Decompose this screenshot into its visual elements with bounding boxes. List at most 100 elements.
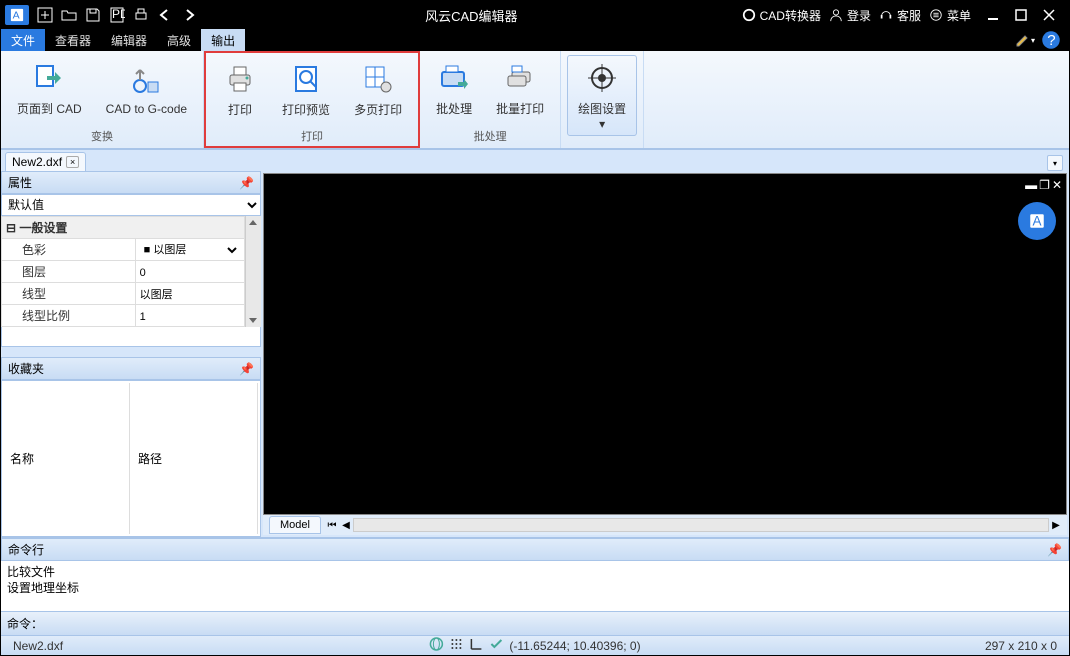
ribbon-group-convert: 页面到 CAD CAD to G-code 变换: [1, 51, 204, 148]
multipage-print-button[interactable]: 多页打印: [344, 57, 412, 122]
help-icon[interactable]: ?: [1041, 31, 1061, 49]
scroll-first-icon[interactable]: ⏮: [325, 520, 339, 531]
svg-text:A: A: [1033, 214, 1042, 229]
fav-col-path[interactable]: 路径: [132, 383, 258, 534]
fav-col-name[interactable]: 名称: [4, 383, 130, 534]
properties-scrollbar[interactable]: [245, 216, 261, 327]
file-tab[interactable]: New2.dxf ×: [5, 152, 86, 171]
multipage-print-icon: [360, 61, 396, 97]
status-ortho-icon[interactable]: [469, 637, 483, 654]
scroll-right-icon[interactable]: ▶: [1049, 520, 1063, 531]
properties-panel-header: 属性 📌: [1, 171, 261, 194]
batch-print-button[interactable]: 批量打印: [486, 56, 554, 121]
status-grid-icon[interactable]: [449, 637, 463, 654]
model-tab[interactable]: Model: [269, 516, 321, 534]
float-action-button[interactable]: A: [1018, 202, 1056, 240]
status-globe-icon[interactable]: [429, 637, 443, 654]
new-file-icon[interactable]: [33, 3, 57, 27]
save-icon[interactable]: [81, 3, 105, 27]
chevron-down-icon: ▾: [599, 117, 605, 131]
menu-output[interactable]: 输出: [201, 29, 245, 52]
ribbon-group-convert-label: 变换: [1, 126, 203, 148]
maximize-button[interactable]: [1007, 1, 1035, 29]
close-tab-icon[interactable]: ×: [66, 156, 79, 168]
menu-editor[interactable]: 编辑器: [101, 29, 157, 52]
open-icon[interactable]: [57, 3, 81, 27]
undo-icon[interactable]: [153, 3, 177, 27]
print-button[interactable]: 打印: [212, 57, 268, 122]
login-link[interactable]: 登录: [829, 7, 871, 24]
canvas-close-icon[interactable]: ✕: [1052, 178, 1062, 192]
table-row: 线型: [2, 283, 245, 305]
table-row: 图层: [2, 261, 245, 283]
ribbon-group-draw: 绘图设置 ▾: [561, 51, 644, 148]
app-logo: A: [5, 5, 29, 25]
ribbon-group-batch-label: 批处理: [420, 126, 560, 148]
svg-text:?: ?: [1047, 32, 1055, 49]
pin-icon[interactable]: 📌: [239, 176, 254, 190]
print-icon[interactable]: [129, 3, 153, 27]
support-label: 客服: [897, 7, 921, 24]
menu-label: 菜单: [947, 7, 971, 24]
ribbon-group-print: 打印 打印预览 多页打印 打印: [204, 51, 420, 148]
pin-icon[interactable]: 📌: [1047, 543, 1062, 557]
multipage-print-label: 多页打印: [354, 101, 402, 118]
commandline-input-row: 命令：: [1, 611, 1069, 635]
menu-link[interactable]: 菜单: [929, 7, 971, 24]
prop-ltscale-label: 线型比例: [2, 305, 136, 327]
cad-to-gcode-button[interactable]: CAD to G-code: [96, 58, 197, 120]
prop-linetype-input[interactable]: [140, 288, 240, 300]
canvas-maximize-icon[interactable]: ❐: [1039, 178, 1050, 192]
login-label: 登录: [847, 7, 871, 24]
print-preview-button[interactable]: 打印预览: [272, 57, 340, 122]
commandline-input[interactable]: [49, 617, 1063, 631]
prop-color-label: 色彩: [2, 239, 136, 261]
close-button[interactable]: [1035, 1, 1063, 29]
redo-icon[interactable]: [177, 3, 201, 27]
pdf-icon[interactable]: PDF: [105, 3, 129, 27]
cmd-history-line: 比较文件: [7, 564, 1063, 580]
prop-color-select[interactable]: ■ 以图层: [140, 243, 240, 257]
batch-button[interactable]: 批处理: [426, 56, 482, 121]
app-title: 风云CAD编辑器: [201, 6, 742, 25]
status-check-icon[interactable]: [489, 637, 503, 654]
tabs-dropdown-button[interactable]: ▾: [1047, 155, 1063, 171]
cad-converter-link[interactable]: CAD转换器: [742, 7, 821, 24]
batch-print-icon: [502, 60, 538, 96]
pin-icon[interactable]: 📌: [239, 362, 254, 376]
draw-settings-button[interactable]: 绘图设置 ▾: [567, 55, 637, 136]
commandline-panel: 命令行 📌 比较文件 设置地理坐标 命令：: [1, 537, 1069, 635]
favorites-title: 收藏夹: [8, 360, 44, 377]
file-tab-label: New2.dxf: [12, 155, 62, 169]
favorites-panel: 收藏夹 📌 名称 路径: [1, 357, 261, 537]
horizontal-scrollbar[interactable]: [353, 518, 1049, 532]
drawing-canvas[interactable]: ▬ ❐ ✕ A: [263, 173, 1067, 515]
menu-advanced[interactable]: 高级: [157, 29, 201, 52]
properties-default-select[interactable]: 默认值: [1, 194, 261, 216]
canvas-minimize-icon[interactable]: ▬: [1025, 178, 1037, 192]
page-to-cad-button[interactable]: 页面到 CAD: [7, 56, 92, 121]
props-section-general[interactable]: ⊟ 一般设置: [2, 217, 245, 239]
scroll-left-icon[interactable]: ◀: [339, 520, 353, 531]
menu-file[interactable]: 文件: [1, 29, 45, 52]
prop-ltscale-input[interactable]: [140, 311, 240, 323]
statusbar: New2.dxf (-11.65244; 10.40396; 0) 297 x …: [1, 635, 1069, 655]
prop-layer-label: 图层: [2, 261, 136, 283]
cad-to-gcode-icon: [128, 62, 164, 98]
support-link[interactable]: 客服: [879, 7, 921, 24]
titlebar: A PDF 风云CAD编辑器 CAD转换器 登录 客服 菜单: [1, 1, 1069, 29]
status-coords: (-11.65244; 10.40396; 0): [509, 639, 640, 653]
edit-pen-icon[interactable]: ▾: [1015, 31, 1035, 49]
main-area: 属性 📌 默认值 ⊟ 一般设置 色彩 ■ 以图层 图层: [1, 171, 1069, 537]
properties-table: ⊟ 一般设置 色彩 ■ 以图层 图层 线型 线型比例: [1, 216, 245, 327]
commandline-history: 比较文件 设置地理坐标: [1, 561, 1069, 611]
minimize-button[interactable]: [979, 1, 1007, 29]
cad-converter-label: CAD转换器: [760, 7, 821, 24]
ribbon-group-batch: 批处理 批量打印 批处理: [420, 51, 561, 148]
cad-to-gcode-label: CAD to G-code: [106, 102, 187, 116]
prop-linetype-label: 线型: [2, 283, 136, 305]
commandline-prompt: 命令：: [7, 615, 43, 632]
table-row: 线型比例: [2, 305, 245, 327]
menu-viewer[interactable]: 查看器: [45, 29, 101, 52]
prop-layer-input[interactable]: [140, 267, 240, 279]
